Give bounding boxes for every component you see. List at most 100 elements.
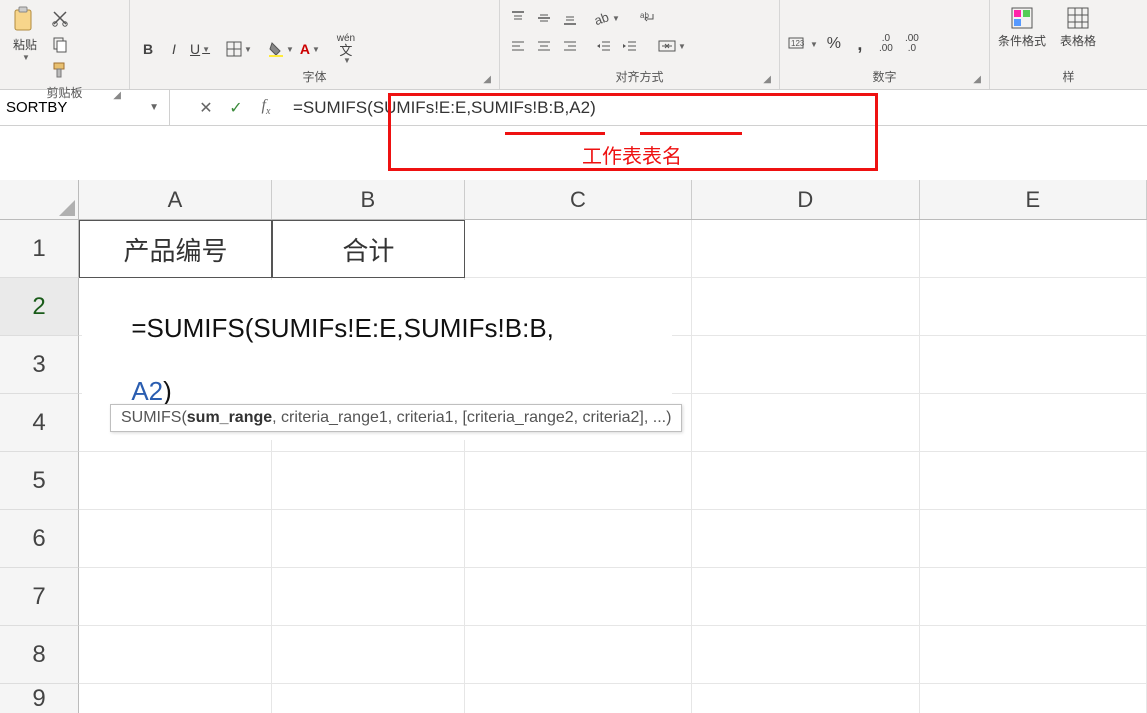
decrease-decimal-button[interactable]: .00.0 — [900, 32, 924, 56]
cell-C6[interactable] — [465, 510, 692, 568]
cell-D5[interactable] — [692, 452, 919, 510]
cell-E2[interactable] — [920, 278, 1147, 336]
cell-E5[interactable] — [920, 452, 1147, 510]
annotation-underline-2 — [640, 132, 742, 135]
comma-button[interactable]: , — [848, 32, 872, 56]
insert-function-button[interactable]: fx — [255, 97, 277, 117]
cell-C7[interactable] — [465, 568, 692, 626]
cell-C9[interactable] — [465, 684, 692, 713]
copy-button[interactable] — [48, 32, 72, 56]
number-format-button[interactable]: 123▼ — [786, 32, 820, 56]
conditional-format-button[interactable]: 条件格式 — [996, 6, 1048, 49]
borders-button[interactable]: ▼ — [224, 37, 254, 61]
cell-C8[interactable] — [465, 626, 692, 684]
row-header-5[interactable]: 5 — [0, 452, 79, 510]
cell-A1[interactable]: 产品编号 — [79, 220, 272, 278]
cell-E3[interactable] — [920, 336, 1147, 394]
cell-E1[interactable] — [920, 220, 1147, 278]
cell-D6[interactable] — [692, 510, 919, 568]
group-clipboard: 粘贴 ▼ 剪贴板 ◢ — [0, 0, 130, 89]
row-header-9[interactable]: 9 — [0, 684, 79, 713]
grid: A B C D E 1 产品编号 合计 2 3 4 5 6 7 8 9 =SUM… — [0, 180, 1147, 713]
cell-D9[interactable] — [692, 684, 919, 713]
cancel-formula-button[interactable]: ✕ — [195, 98, 217, 118]
formula-bar: ▼ ✕ ✓ fx =SUMIFS(SUMIFs!E:E,SUMIFs!B:B,A… — [0, 90, 1147, 126]
cell-A5[interactable] — [79, 452, 272, 510]
cell-A7[interactable] — [79, 568, 272, 626]
align-center-button[interactable] — [532, 34, 556, 58]
font-color-button[interactable]: A▼ — [298, 37, 322, 61]
cell-D2[interactable] — [692, 278, 919, 336]
row-header-1[interactable]: 1 — [0, 220, 79, 278]
align-right-button[interactable] — [558, 34, 582, 58]
cell-E7[interactable] — [920, 568, 1147, 626]
cell-B8[interactable] — [272, 626, 465, 684]
paste-button[interactable]: 粘贴 ▼ — [6, 6, 44, 62]
table-format-button[interactable]: 表格格 — [1058, 6, 1098, 49]
row-header-3[interactable]: 3 — [0, 336, 79, 394]
cell-A6[interactable] — [79, 510, 272, 568]
cell-D3[interactable] — [692, 336, 919, 394]
col-header-C[interactable]: C — [465, 180, 692, 219]
cell-E8[interactable] — [920, 626, 1147, 684]
cell-E4[interactable] — [920, 394, 1147, 452]
align-top-button[interactable] — [506, 6, 530, 30]
percent-button[interactable]: % — [822, 32, 846, 56]
align-bottom-button[interactable] — [558, 6, 582, 30]
cell-D4[interactable] — [692, 394, 919, 452]
cell-B7[interactable] — [272, 568, 465, 626]
cut-button[interactable] — [48, 6, 72, 30]
format-painter-button[interactable] — [48, 58, 72, 82]
orientation-button[interactable]: ab▼ — [592, 6, 622, 30]
bold-button[interactable]: B — [136, 37, 160, 61]
phonetic-button[interactable]: wén文▼ — [334, 37, 358, 61]
cell-D7[interactable] — [692, 568, 919, 626]
align-middle-button[interactable] — [532, 6, 556, 30]
cell-A8[interactable] — [79, 626, 272, 684]
wrap-text-button[interactable]: ab — [636, 6, 660, 30]
col-header-D[interactable]: D — [692, 180, 919, 219]
col-header-B[interactable]: B — [272, 180, 465, 219]
increase-decimal-button[interactable]: .0.00 — [874, 32, 898, 56]
enter-formula-button[interactable]: ✓ — [225, 98, 247, 118]
cell-D8[interactable] — [692, 626, 919, 684]
row-header-2[interactable]: 2 — [0, 278, 79, 336]
decrease-indent-button[interactable] — [592, 34, 616, 58]
group-align: ab▼ ab ▼ 对齐方式 ◢ — [500, 0, 780, 89]
number-launcher-icon[interactable]: ◢ — [973, 74, 981, 85]
cell-E6[interactable] — [920, 510, 1147, 568]
select-all-button[interactable] — [0, 180, 79, 219]
align-left-button[interactable] — [506, 34, 530, 58]
clipboard-launcher-icon[interactable]: ◢ — [113, 90, 121, 101]
row-header-8[interactable]: 8 — [0, 626, 79, 684]
cell-D1[interactable] — [692, 220, 919, 278]
font-launcher-icon[interactable]: ◢ — [483, 74, 491, 85]
merge-center-button[interactable]: ▼ — [656, 34, 688, 58]
cell-A9[interactable] — [79, 684, 272, 713]
annotation-label: 工作表表名 — [582, 140, 682, 169]
row-header-6[interactable]: 6 — [0, 510, 79, 568]
cell-C1[interactable] — [465, 220, 692, 278]
fill-color-button[interactable]: ▼ — [266, 37, 296, 61]
group-number: 123▼ % , .0.00 .00.0 数字 ◢ — [780, 0, 990, 89]
cell-E9[interactable] — [920, 684, 1147, 713]
row-header-4[interactable]: 4 — [0, 394, 79, 452]
name-box-dropdown-icon[interactable]: ▼ — [145, 102, 163, 113]
underline-button[interactable]: U▼ — [188, 37, 212, 61]
cell-B6[interactable] — [272, 510, 465, 568]
col-header-E[interactable]: E — [920, 180, 1147, 219]
group-number-label: 数字 ◢ — [786, 66, 983, 89]
cell-B1[interactable]: 合计 — [272, 220, 465, 278]
cell-B9[interactable] — [272, 684, 465, 713]
formula-input[interactable]: =SUMIFS(SUMIFs!E:E,SUMIFs!B:B,A2) — [285, 90, 1147, 125]
group-font: B I U▼ ▼ ▼ A▼ wén文▼ 字体 ◢ — [130, 0, 500, 89]
group-styles-label: 样 — [996, 66, 1141, 89]
increase-indent-button[interactable] — [618, 34, 642, 58]
col-header-A[interactable]: A — [79, 180, 272, 219]
align-launcher-icon[interactable]: ◢ — [763, 74, 771, 85]
italic-button[interactable]: I — [162, 37, 186, 61]
cell-B5[interactable] — [272, 452, 465, 510]
cell-C5[interactable] — [465, 452, 692, 510]
group-styles: 条件格式 表格格 样 — [990, 0, 1147, 89]
row-header-7[interactable]: 7 — [0, 568, 79, 626]
